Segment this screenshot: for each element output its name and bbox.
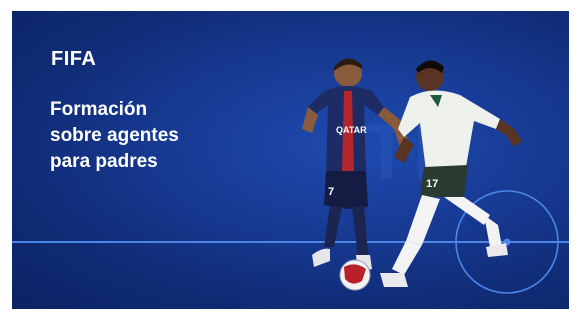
jersey-number-right: 17 (426, 178, 438, 190)
player-right: 17 (380, 60, 522, 287)
jersey-sponsor: QATAR (336, 125, 367, 135)
soccer-ball-icon (339, 259, 371, 291)
jersey-number-left: 7 (328, 186, 334, 198)
players-photo: QATAR 7 17 (302, 58, 522, 291)
player-left: QATAR 7 (302, 58, 408, 273)
hero-banner: TE FIFA Formación sobre agentes para pad… (12, 11, 569, 309)
